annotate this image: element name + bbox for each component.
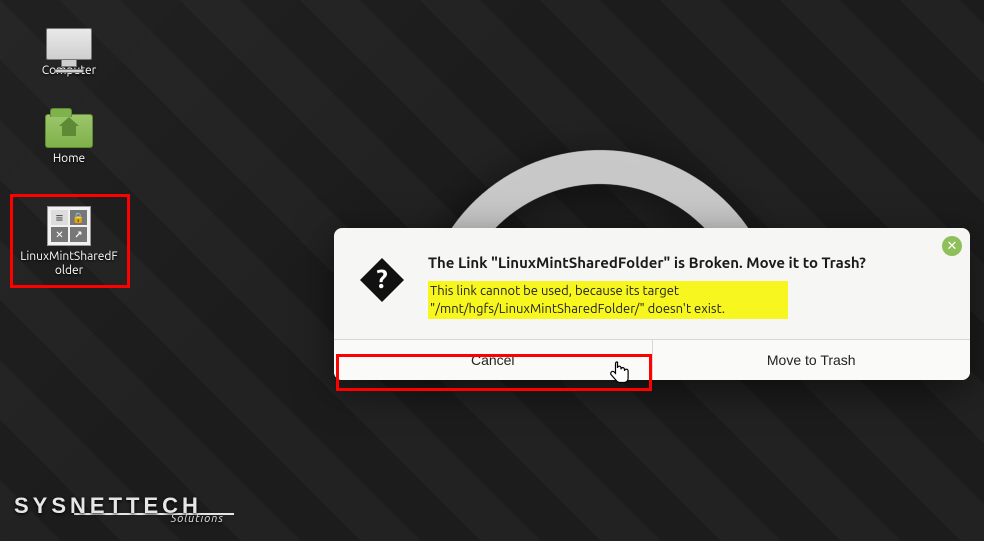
svg-text:?: ? [376, 264, 387, 293]
desktop-icon-computer[interactable]: Computer [14, 12, 124, 78]
desktop-icon-label: Home [53, 152, 85, 166]
watermark: SYSNETTECH Solutions [14, 493, 234, 525]
question-icon: ? [358, 256, 406, 308]
dialog-message: This link cannot be used, because its ta… [428, 281, 788, 319]
desktop-icon-home[interactable]: Home [14, 104, 124, 166]
annotation-outline-cancel [336, 354, 652, 391]
move-to-trash-button[interactable]: Move to Trash [653, 340, 971, 380]
dialog-close-button[interactable]: ✕ [942, 236, 962, 256]
annotation-outline-shared-folder [10, 194, 130, 288]
computer-icon [46, 28, 92, 60]
dialog-title: The Link "LinuxMintSharedFolder" is Brok… [428, 254, 946, 271]
home-folder-icon [45, 114, 93, 148]
